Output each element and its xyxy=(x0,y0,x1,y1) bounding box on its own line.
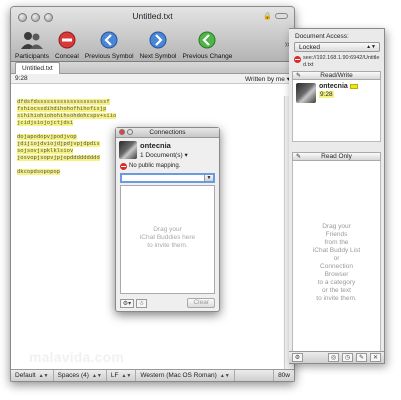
tab-bar: Untitled.txt xyxy=(11,62,294,74)
text-line: dfdsfdsssssssssssssssssssssf xyxy=(17,99,110,105)
document-access-select[interactable]: Locked ▲▼ xyxy=(294,42,380,52)
participant-name: ontecnia xyxy=(319,83,348,90)
title-bar: Untitled.txt 🔒 Participants Conceal Prev… xyxy=(11,7,294,62)
connect-address-field[interactable]: ▼ xyxy=(120,173,215,183)
tab-untitled[interactable]: Untitled.txt xyxy=(15,62,60,74)
participant-time: 9:28 xyxy=(319,91,334,98)
document-access-label: Document Access: xyxy=(295,33,349,40)
info-bar: 9:28 Written by me ▾ xyxy=(11,74,294,84)
avatar xyxy=(119,141,137,159)
pencil-crossed-icon: ✎ xyxy=(296,154,302,160)
participants-icon xyxy=(20,32,43,49)
previous-change-button[interactable]: Previous Change xyxy=(182,29,232,60)
conceal-icon xyxy=(58,31,76,49)
documents-menu[interactable]: 1 Document(s) ▾ xyxy=(140,151,188,159)
pencil-icon[interactable]: ✎ xyxy=(356,353,367,362)
participants-button[interactable]: Participants xyxy=(15,29,49,60)
drag-hint: Drag your Friends from the iChat Buddy L… xyxy=(312,223,361,302)
drag-hint: Drag your iChat Buddies here to invite t… xyxy=(139,226,196,249)
clear-button[interactable]: Clear xyxy=(187,298,215,308)
panel-controls xyxy=(119,129,133,135)
toolbar: Participants Conceal Previous Symbol Nex… xyxy=(15,24,290,60)
connections-panel: Connections ontecnia 1 Document(s) ▾ No … xyxy=(115,127,220,312)
chevron-down-icon[interactable]: ▼ xyxy=(204,175,213,181)
clock-icon[interactable]: ◷ xyxy=(342,353,353,362)
wrap-popup[interactable]: 80w xyxy=(273,370,294,381)
chevron-down-icon: ▲▼ xyxy=(121,372,132,379)
conceal-button[interactable]: Conceal xyxy=(55,29,79,60)
lock-icon[interactable]: 🔒 xyxy=(263,12,272,20)
gear-icon[interactable]: ⚙ xyxy=(292,353,303,362)
gear-icon[interactable]: ⚙▾ xyxy=(120,298,134,308)
written-by-menu[interactable]: Written by me ▾ xyxy=(245,75,290,83)
drawer-action-bar: ⚙ ◎ ◷ ✎ ✕ xyxy=(289,351,384,363)
next-symbol-button[interactable]: Next Symbol xyxy=(140,29,176,60)
watermark-text: malavida.com xyxy=(29,349,124,365)
text-line: jcidjsiojojctjdsi xyxy=(17,120,74,126)
connection-user-name: ontecnia xyxy=(140,141,171,150)
mode-popup[interactable]: Default ▲▼ xyxy=(11,370,54,381)
pencil-icon: ✎ xyxy=(296,73,302,79)
minimize-panel-button[interactable] xyxy=(127,129,133,135)
text-line: fshiocssdihdihohofhihofisjp xyxy=(17,106,107,112)
binoculars-icon[interactable]: ◎ xyxy=(328,353,339,362)
no-entry-icon xyxy=(120,163,127,170)
status-bar: Default ▲▼ Spaces (4) ▲▼ LF ▲▼ Western (Mac… xyxy=(11,369,294,381)
remove-user-icon[interactable]: ✕ xyxy=(370,353,381,362)
cursor-position: 9:28 xyxy=(15,75,28,82)
previous-symbol-icon xyxy=(100,31,118,49)
read-write-header: ✎ Read/Write xyxy=(292,71,381,80)
add-buddy-icon[interactable]: ☃ xyxy=(136,298,147,308)
avatar xyxy=(296,83,316,103)
document-url[interactable]: see://192.168.1.90:6942/Untitled.txt xyxy=(294,55,380,68)
participant-row[interactable]: ontecnia 9:28 xyxy=(293,80,380,106)
user-color-swatch xyxy=(349,83,358,89)
chevron-down-icon: ▾ xyxy=(184,152,188,159)
no-entry-icon xyxy=(294,56,301,63)
connections-list[interactable]: Drag your iChat Buddies here to invite t… xyxy=(120,185,215,294)
next-symbol-icon xyxy=(149,31,167,49)
window-title: Untitled.txt xyxy=(132,11,173,21)
chevron-down-icon: ▲▼ xyxy=(38,372,49,379)
line-ending-popup[interactable]: LF ▲▼ xyxy=(107,370,137,381)
chevron-down-icon: ▲▼ xyxy=(366,44,376,50)
read-only-list[interactable]: Drag your Friends from the iChat Buddy L… xyxy=(292,161,381,356)
connections-title-bar: Connections xyxy=(116,128,219,138)
chevron-down-icon: ▲▼ xyxy=(91,372,102,379)
read-write-list[interactable]: ontecnia 9:28 xyxy=(292,80,381,142)
encoding-popup[interactable]: Western (Mac OS Roman) ▲▼ xyxy=(136,370,235,381)
mapping-status: No public mapping. xyxy=(116,162,219,170)
previous-change-icon xyxy=(198,31,216,49)
previous-symbol-button[interactable]: Previous Symbol xyxy=(85,29,134,60)
connections-action-bar: ⚙▾ ☃ Clear xyxy=(120,298,215,308)
participants-drawer: Document Access: Locked ▲▼ see://192.168… xyxy=(289,28,385,364)
chevron-down-icon: ▲▼ xyxy=(219,372,230,379)
read-only-header: ✎ Read Only xyxy=(292,152,381,161)
text-line: sihihiohiohohihsohdohcspv+siio xyxy=(17,113,117,119)
connection-entry[interactable]: ontecnia 1 Document(s) ▾ xyxy=(116,138,219,162)
close-panel-button[interactable] xyxy=(119,129,125,135)
indent-popup[interactable]: Spaces (4) ▲▼ xyxy=(54,370,107,381)
toolbar-toggle-button[interactable] xyxy=(275,13,288,19)
